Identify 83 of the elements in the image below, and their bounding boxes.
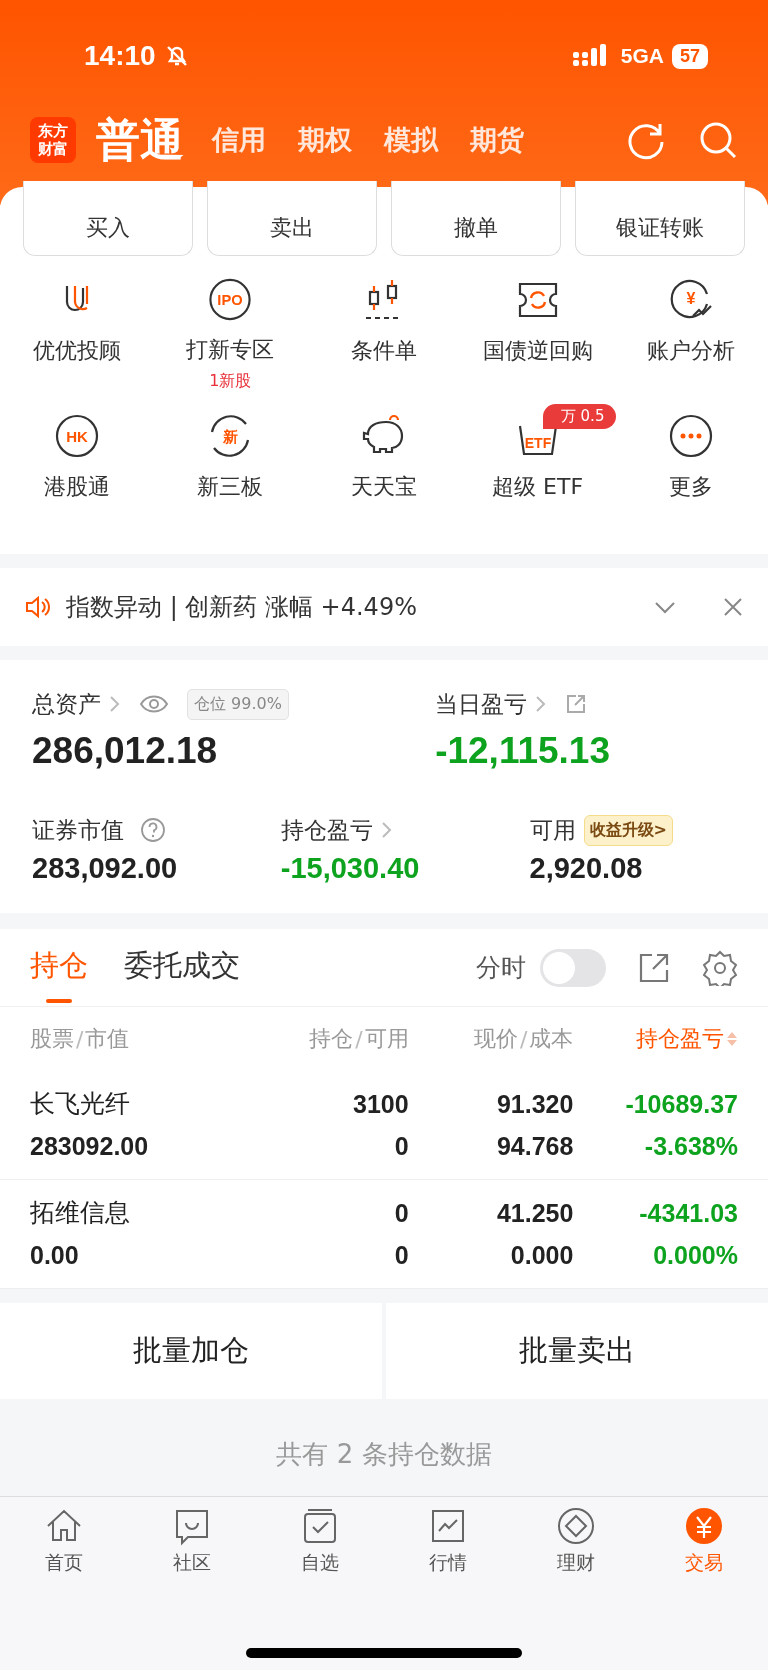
service-label: 国债逆回购 [482, 337, 593, 365]
stock-name: 拓维信息 [30, 1197, 131, 1229]
status-time: 14:10 [84, 40, 156, 72]
table-cell-text: -4341.03 [638, 1198, 738, 1229]
yen-icon [684, 1506, 724, 1546]
search-icon[interactable] [698, 120, 738, 160]
service-label: 更多 [669, 473, 714, 501]
speaker-icon [24, 594, 50, 620]
batch-button[interactable]: 批量加仓 [0, 1303, 382, 1399]
chevron-right-icon [535, 695, 548, 713]
quick-action-button[interactable]: 撤单 [391, 181, 561, 256]
table-cell-text: 41.250 [495, 1198, 574, 1229]
service-shortcut[interactable]: HK 港股通 [0, 406, 154, 534]
available-value: 2,920.08 [529, 852, 644, 885]
nav-tab[interactable]: 理财 [512, 1505, 640, 1577]
service-shortcut[interactable]: 国债逆回购 [460, 270, 615, 398]
service-label: 条件单 [351, 337, 417, 365]
share-icon[interactable] [565, 693, 588, 715]
daily-pnl-label[interactable]: 当日盈亏 [435, 688, 528, 720]
total-assets-label[interactable]: 总资产 [32, 688, 101, 720]
nav-tab[interactable]: 社区 [128, 1505, 256, 1577]
nav-tab[interactable]: 自选 [256, 1505, 384, 1577]
service-label: 港股通 [43, 473, 110, 501]
service-shortcut[interactable]: 条件单 [307, 270, 461, 398]
position-row[interactable]: 长飞光纤 3100 91.320 -10689.37 283092.00 0 94.768 -3.638% [0, 1071, 768, 1180]
service-note: 1新股 [209, 371, 252, 392]
service-label: 账户分析 [647, 337, 736, 365]
quick-action-button[interactable]: 买入 [23, 181, 193, 256]
close-icon[interactable] [722, 596, 744, 618]
holding-pnl-label[interactable]: 持仓盈亏 [280, 814, 373, 846]
table-cell-text: 0 [393, 1198, 409, 1229]
footer-text: 共有 2 条持仓数据 [275, 1438, 493, 1471]
available-label: 可用 [529, 815, 576, 845]
service-shortcut[interactable]: 优优投顾 [0, 270, 154, 398]
settings-icon[interactable] [702, 949, 738, 986]
table-cell-text: 94.768 [495, 1131, 574, 1162]
service-shortcut[interactable]: 天天宝 [307, 406, 461, 534]
positions-tab[interactable]: 委托成交 [124, 928, 240, 1007]
market-value-label: 证券市值 [32, 815, 124, 845]
upgrade-tag[interactable]: 收益升级> [583, 814, 673, 846]
battery-level: 57 [671, 43, 708, 69]
table-cell-text: 0.000% [652, 1240, 738, 1271]
service-shortcut[interactable]: 新 新三板 [153, 406, 308, 534]
share-icon[interactable] [638, 951, 670, 984]
chevron-right-icon [109, 695, 121, 713]
market-value: 283,092.00 [32, 852, 179, 885]
eye-icon[interactable] [139, 694, 169, 714]
chevron-right-icon [380, 821, 393, 839]
service-label: 优优投顾 [32, 337, 121, 365]
daily-pnl-value: -12,115.13 [435, 730, 612, 772]
table-cell-text: -10689.37 [624, 1089, 738, 1120]
network-label: 5GA [620, 44, 664, 68]
intraday-switch[interactable] [540, 948, 606, 987]
position-row[interactable]: 拓维信息 0 41.250 -4341.03 0.00 0 0.000 0.000% [0, 1180, 768, 1289]
table-cell-text: -3.638% [643, 1131, 738, 1162]
quick-action-button[interactable]: 银证转账 [575, 181, 745, 256]
holding-pnl-value: -15,030.40 [280, 852, 421, 885]
table-cell-text: 91.320 [495, 1089, 574, 1120]
table-cell-text: 0.00 [30, 1240, 80, 1271]
intraday-label: 分时 [476, 952, 526, 984]
service-label: 新三板 [197, 473, 264, 501]
service-shortcut[interactable]: ¥ 账户分析 [614, 270, 768, 398]
quick-action-button[interactable]: 卖出 [207, 181, 377, 256]
position-ratio-tag: 仓位 99.0% [187, 688, 289, 720]
service-label: 天天宝 [351, 473, 417, 501]
service-shortcut[interactable]: ETF 万 0.5 超级 ETF [460, 406, 615, 534]
app-logo: 东方财富 [30, 117, 76, 163]
service-shortcut[interactable]: 更多 [614, 406, 768, 534]
rate-badge: 万 0.5 [542, 404, 617, 429]
table-cell-text: 3100 [352, 1089, 409, 1120]
total-assets-value: 286,012.18 [32, 730, 219, 772]
service-label: 打新专区 [186, 336, 275, 364]
help-icon[interactable] [140, 817, 166, 843]
service-label: 超级 ETF [492, 473, 584, 501]
table-cell-text: 283092.00 [30, 1131, 150, 1162]
stock-name: 长飞光纤 [30, 1088, 131, 1120]
table-cell-text: 0.000 [509, 1240, 574, 1271]
table-cell-text: 0 [393, 1240, 409, 1271]
nav-tab[interactable]: 首页 [0, 1505, 128, 1577]
table-cell-text: 0 [393, 1131, 409, 1162]
service-shortcut[interactable]: IPO 打新专区 1新股 [153, 270, 308, 398]
nav-tab[interactable]: 行情 [384, 1505, 512, 1577]
batch-button[interactable]: 批量卖出 [386, 1303, 768, 1399]
